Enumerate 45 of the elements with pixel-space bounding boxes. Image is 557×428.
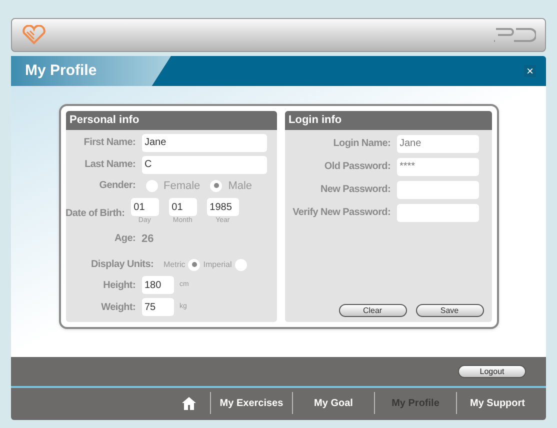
field-label: Display Units: [90, 258, 154, 272]
radio-label: Metric [164, 258, 186, 270]
field-label: First Name: [82, 136, 136, 150]
input-field[interactable]: Jane [142, 134, 266, 152]
panel-button[interactable]: Save [416, 304, 484, 317]
field-label: New Password: [319, 183, 390, 197]
panel-heading: Personal info [66, 111, 276, 130]
input-field[interactable]: 01 [130, 198, 159, 216]
panel-heading: Login info [284, 111, 492, 130]
radio-label: Female [164, 178, 200, 194]
field-label: Age: [113, 232, 136, 246]
input-field[interactable]: C [142, 156, 266, 174]
field-label: Login Name: [332, 137, 390, 151]
input-field[interactable]: 75 [142, 298, 174, 316]
field-label: Verify New Password: [292, 206, 390, 220]
input-field[interactable] [396, 180, 478, 198]
field-label: Gender: [98, 179, 136, 194]
field-label: Date of Birth: [66, 208, 125, 219]
heart-logo-icon [21, 25, 47, 45]
input-field[interactable]: 1985 [206, 198, 239, 216]
nav-link[interactable]: My Goal [293, 396, 374, 410]
input-field[interactable] [396, 204, 478, 222]
home-icon[interactable] [182, 396, 196, 410]
age-value: 26 [142, 232, 154, 246]
logout-button[interactable]: Logout [458, 365, 526, 378]
radio-button[interactable] [210, 180, 222, 192]
close-button[interactable]: × [524, 65, 536, 77]
logo-icon [492, 28, 536, 42]
radio-button[interactable] [188, 258, 200, 270]
input-field[interactable]: **** [396, 158, 478, 176]
input-field[interactable]: 01 [168, 198, 197, 216]
nav-link[interactable]: My Exercises [211, 396, 292, 410]
field-label: Height: [102, 278, 136, 292]
field-label: Last Name: [84, 158, 136, 172]
panel-button[interactable]: Clear [338, 304, 406, 317]
nav-link[interactable]: My Support [457, 396, 538, 410]
radio-label: Male [228, 178, 252, 194]
field-label: Old Password: [323, 160, 390, 174]
radio-button[interactable] [146, 180, 158, 192]
input-field[interactable]: 180 [142, 276, 174, 294]
field-label: Weight: [100, 300, 136, 314]
radio-label: Imperial [203, 258, 232, 270]
radio-button[interactable] [234, 258, 247, 270]
input-field[interactable]: Jane [396, 134, 478, 152]
window-title: My Profile [25, 60, 97, 81]
